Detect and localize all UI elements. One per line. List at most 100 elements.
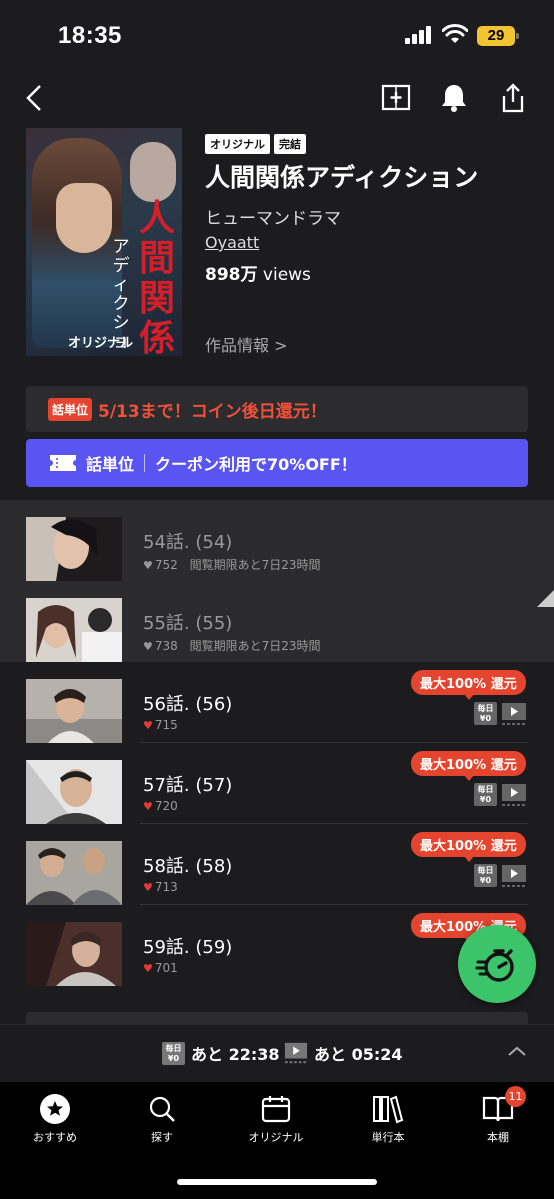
coupon-banner[interactable]: 話単位 クーポン利用で70%OFF！ bbox=[26, 439, 528, 487]
calendar-icon bbox=[261, 1096, 291, 1123]
episode-access-icons: 毎日 ¥0 bbox=[474, 702, 527, 726]
heart-icon: ♥ bbox=[143, 962, 153, 975]
episode-thumbnail bbox=[26, 679, 122, 743]
episode-thumbnail bbox=[26, 922, 122, 986]
share-button[interactable] bbox=[495, 80, 531, 116]
tab-volumes[interactable]: 単行本 bbox=[343, 1092, 433, 1145]
episode-meta: ♥ 752 閲覧期限あと7日23時間 bbox=[143, 556, 321, 573]
episode-list: 54話. (54) ♥ 752 閲覧期限あと7日23時間 55話. (55) ♥ 7… bbox=[0, 500, 554, 986]
coupon-divider bbox=[144, 454, 146, 472]
free-timer-bar[interactable]: 毎日 ¥0 あと 22:38 あと 05:24 bbox=[0, 1024, 554, 1082]
author-link[interactable]: Oyaatt bbox=[205, 233, 259, 252]
episode-row[interactable]: 58話. (58) ♥ 713 最大100% 還元 毎日 ¥0 bbox=[0, 824, 554, 905]
tag-completed: 完結 bbox=[274, 134, 306, 154]
episode-row[interactable]: 57話. (57) ♥ 720 最大100% 還元 毎日 ¥0 bbox=[0, 743, 554, 824]
status-bar: 18:35 29 bbox=[0, 0, 554, 70]
episode-title: 57話. (57) bbox=[143, 775, 233, 796]
episode-unit-badge: 話単位 bbox=[48, 397, 93, 421]
episode-meta: ♥ 701 bbox=[143, 961, 178, 975]
episode-likes: 715 bbox=[154, 718, 178, 732]
episode-thumbnail bbox=[26, 760, 122, 824]
wifi-icon bbox=[442, 24, 468, 43]
coin-return-text: 5/13まで！コイン後日還元！ bbox=[98, 401, 327, 422]
episode-row[interactable]: 56話. (56) ♥ 715 最大100% 還元 毎日 ¥0 bbox=[0, 662, 554, 743]
episode-meta: ♥ 720 bbox=[143, 799, 178, 813]
episode-row[interactable]: 54話. (54) ♥ 752 閲覧期限あと7日23時間 bbox=[0, 500, 554, 581]
cover-title-line: 人間 bbox=[138, 197, 175, 279]
heart-icon: ♥ bbox=[143, 881, 153, 894]
episode-access-icons: 毎日 ¥0 bbox=[474, 864, 527, 888]
video-ticket-countdown: あと 05:24 bbox=[314, 1045, 403, 1064]
episode-row[interactable]: 55話. (55) ♥ 738 閲覧期限あと7日23時間 bbox=[0, 581, 554, 662]
episode-title: 54話. (54) bbox=[143, 532, 233, 553]
daily-free-icon: 毎日 ¥0 bbox=[474, 864, 497, 887]
book-plus-icon bbox=[381, 84, 411, 111]
cover-art-boy bbox=[130, 142, 176, 202]
coupon-text: クーポン利用で70%OFF！ bbox=[155, 455, 357, 474]
ticket-icon bbox=[50, 455, 76, 471]
episode-meta: ♥ 713 bbox=[143, 880, 178, 894]
tag-original: オリジナル bbox=[205, 134, 270, 154]
tab-bookshelf[interactable]: 本棚 11 bbox=[453, 1086, 543, 1145]
coin-return-banner[interactable]: 話単位 5/13まで！コイン後日還元！ bbox=[26, 386, 528, 432]
series-cover: 人間 関係 アディクショ オリジナル bbox=[26, 128, 182, 356]
cover-title: 人間 関係 bbox=[134, 198, 180, 356]
coupon-unit-label: 話単位 bbox=[86, 455, 135, 474]
bookshelf-badge: 11 bbox=[505, 1086, 526, 1107]
tab-label: おすすめ bbox=[33, 1131, 77, 1144]
daily-free-icon: 毎日 ¥0 bbox=[474, 702, 497, 725]
heart-icon: ♥ bbox=[143, 559, 153, 572]
scroll-handle[interactable] bbox=[537, 590, 554, 607]
series-title: 人間関係アディクション bbox=[205, 163, 479, 192]
coin-return-badge: 最大100% 還元 bbox=[411, 670, 526, 700]
tab-label: 単行本 bbox=[371, 1131, 405, 1144]
episode-title: 59話. (59) bbox=[143, 937, 233, 958]
cover-art-face bbox=[56, 183, 112, 253]
episode-title: 55話. (55) bbox=[143, 613, 233, 634]
episode-likes: 752 bbox=[154, 558, 178, 572]
episode-meta: ♥ 738 閲覧期限あと7日23時間 bbox=[143, 637, 321, 654]
status-time: 18:35 bbox=[58, 22, 122, 49]
cover-title-line: 関係 bbox=[138, 277, 175, 356]
episode-access-icons: 毎日 ¥0 bbox=[474, 783, 527, 807]
episode-likes: 738 bbox=[154, 639, 178, 653]
coin-return-badge: 最大100% 還元 bbox=[411, 832, 526, 862]
tab-label: 探す bbox=[151, 1131, 173, 1144]
share-icon bbox=[502, 83, 524, 113]
add-to-shelf-button[interactable] bbox=[378, 80, 414, 116]
view-count: 898万 views bbox=[205, 260, 311, 285]
daily-free-icon: 毎日 ¥0 bbox=[474, 783, 497, 806]
tab-search[interactable]: 探す bbox=[117, 1092, 207, 1145]
episode-likes: 713 bbox=[154, 880, 178, 894]
stopwatch-icon bbox=[475, 949, 514, 982]
cover-original-badge: オリジナル bbox=[68, 336, 134, 351]
episode-expiry: 閲覧期限あと7日23時間 bbox=[189, 639, 321, 653]
daily-free-timer: 毎日 ¥0 あと 22:38 bbox=[162, 1041, 280, 1065]
notification-button[interactable] bbox=[436, 80, 472, 116]
back-button[interactable] bbox=[16, 80, 52, 116]
video-ticket-icon bbox=[502, 865, 526, 887]
series-genre: ヒューマンドラマ bbox=[205, 209, 341, 229]
bell-icon bbox=[442, 85, 466, 112]
star-circle-icon bbox=[40, 1094, 70, 1124]
battery-indicator: 29 bbox=[477, 26, 519, 46]
chevron-up-icon[interactable] bbox=[507, 1045, 527, 1057]
chevron-left-icon bbox=[26, 85, 41, 111]
signal-icon bbox=[405, 26, 431, 44]
tab-recommended[interactable]: おすすめ bbox=[10, 1092, 100, 1145]
search-icon bbox=[149, 1096, 175, 1122]
series-info-link[interactable]: 作品情報 > bbox=[205, 332, 288, 356]
daily-free-icon: 毎日 ¥0 bbox=[162, 1041, 185, 1065]
tab-label: 本棚 bbox=[487, 1131, 509, 1144]
heart-icon: ♥ bbox=[143, 800, 153, 813]
quick-read-button[interactable] bbox=[458, 925, 536, 1003]
coin-return-badge: 最大100% 還元 bbox=[411, 751, 526, 781]
episode-thumbnail bbox=[26, 841, 122, 905]
episode-likes: 701 bbox=[154, 961, 178, 975]
tab-label: オリジナル bbox=[248, 1131, 304, 1144]
daily-free-countdown: あと 22:38 bbox=[191, 1045, 280, 1064]
episode-likes: 720 bbox=[154, 799, 178, 813]
tab-original[interactable]: オリジナル bbox=[231, 1092, 321, 1145]
episode-thumbnail bbox=[26, 517, 122, 581]
books-icon bbox=[373, 1095, 404, 1124]
